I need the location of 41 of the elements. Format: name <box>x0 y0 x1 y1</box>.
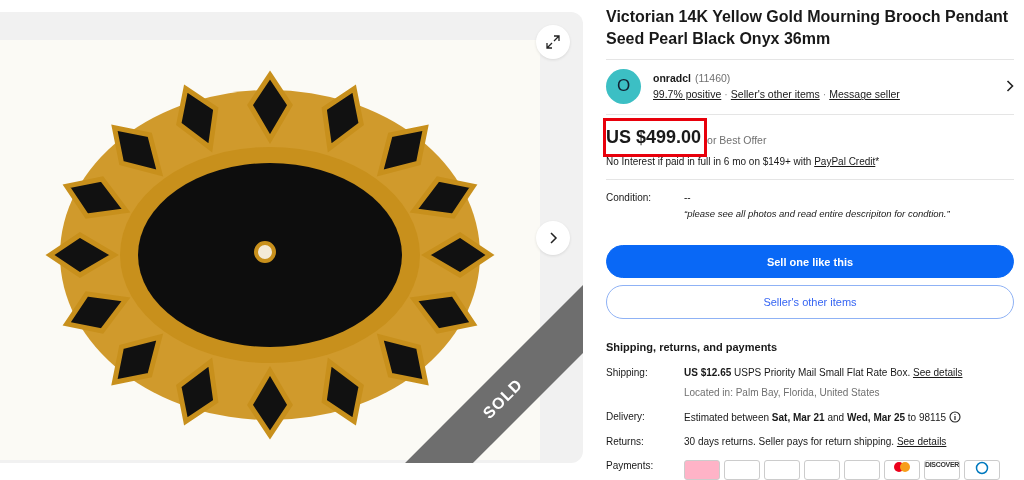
section-heading: Shipping, returns, and payments <box>606 341 779 353</box>
best-offer-text: or Best Offer <box>707 133 767 146</box>
card-circles-icon <box>884 460 920 480</box>
row-label: Delivery: <box>606 411 646 422</box>
expand-icon <box>545 34 561 50</box>
payment-card-icon <box>764 460 800 480</box>
chevron-right-icon <box>547 232 559 244</box>
seller-avatar: O <box>606 68 641 104</box>
payment-card-icon <box>804 460 840 480</box>
payment-card-icon <box>844 460 880 480</box>
see-details-link[interactable]: See details <box>913 367 963 378</box>
feedback-count: (11460) <box>694 72 731 85</box>
row-label: Shipping: <box>606 367 649 378</box>
separator-dot: · <box>822 88 827 101</box>
financing-text: No Interest if paid in full in 6 mo on $149+ with PayPal Credit* <box>606 155 881 167</box>
row-label: Returns: <box>606 436 645 447</box>
seller-link[interactable]: Seller's other items <box>730 88 820 101</box>
paypal-credit-link[interactable]: PayPal Credit <box>814 155 876 167</box>
seller-items-button[interactable]: Seller's other items <box>606 285 1014 319</box>
seller-link[interactable]: 99.7% positive <box>653 88 722 101</box>
expand-button[interactable] <box>536 25 570 59</box>
see-details-link[interactable]: See details <box>896 436 947 447</box>
condition-value: -- <box>684 191 692 203</box>
row-text: US $12.65 USPS Priority Mail Small Flat Rate Box. See details <box>684 367 963 378</box>
condition-note: “please see all photos and read entire descripiton for condtion.” <box>684 207 951 219</box>
price: US $499.00 <box>606 120 705 154</box>
item-title: Victorian 14K Yellow Gold Mourning Brooch Pendant Seed Pearl Black Onyx 36mm <box>606 7 1010 49</box>
row-text: Estimated between Sat, Mar 21 and Wed, Mar 25 to 98115 <box>684 411 947 423</box>
next-button[interactable] <box>536 221 570 255</box>
payment-card-icon <box>724 460 760 480</box>
seller-name: onradcl <box>653 72 691 85</box>
row-text: 30 days returns. Seller pays for return shipping. See details <box>684 436 947 447</box>
row-label: Payments: <box>606 460 655 471</box>
info-icon[interactable] <box>949 411 962 423</box>
seller-link[interactable]: Message seller <box>829 88 900 101</box>
chevron-right-icon[interactable] <box>1006 80 1014 93</box>
separator-dot: · <box>724 88 728 101</box>
condition-label: Condition: <box>606 191 653 203</box>
location-text: Located in: Palm Bay, Florida, United States <box>684 387 881 398</box>
payment-card-icon <box>684 460 720 480</box>
sell-button[interactable]: Sell one like this <box>606 244 1014 279</box>
